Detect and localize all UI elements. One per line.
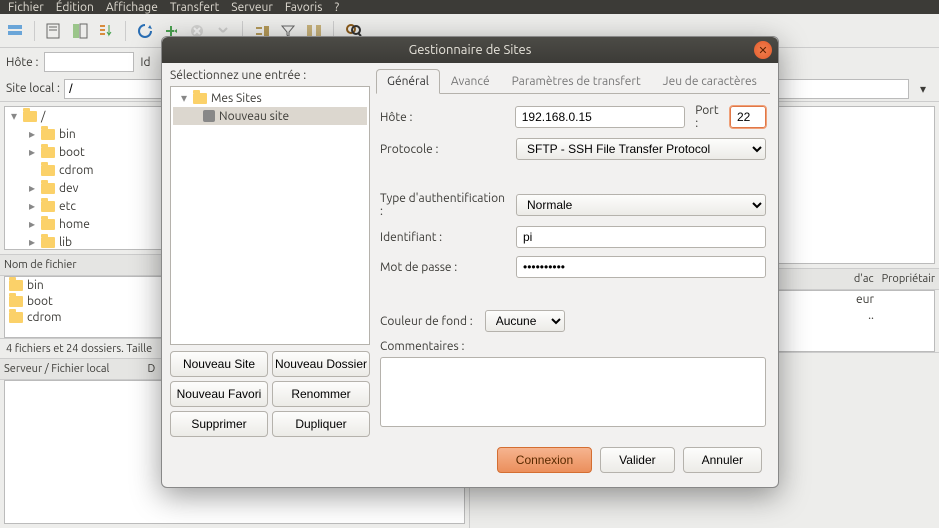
- site-tree-root[interactable]: Mes Sites: [211, 92, 262, 105]
- new-folder-button[interactable]: Nouveau Dossier: [272, 351, 370, 377]
- folder-icon: [41, 183, 55, 194]
- folder-icon: [9, 312, 23, 323]
- tree-item[interactable]: dev: [59, 182, 79, 195]
- port-input[interactable]: [730, 106, 766, 128]
- tab-transfer[interactable]: Paramètres de transfert: [501, 69, 652, 93]
- menu-file[interactable]: Fichier: [8, 1, 44, 14]
- folder-icon: [41, 237, 55, 248]
- site-tree-item[interactable]: Nouveau site: [219, 110, 289, 123]
- refresh-icon[interactable]: [134, 20, 156, 42]
- header-owner[interactable]: Propriétair: [882, 273, 935, 285]
- site-tree[interactable]: ▾ Mes Sites Nouveau site: [170, 86, 370, 345]
- folder-icon: [9, 280, 23, 291]
- bgcolor-select[interactable]: Aucune: [485, 310, 565, 332]
- list-item[interactable]: ..: [868, 309, 874, 322]
- menubar: Fichier Édition Affichage Transfert Serv…: [0, 0, 939, 14]
- menu-edit[interactable]: Édition: [56, 1, 94, 14]
- tab-charset[interactable]: Jeu de caractères: [652, 69, 768, 93]
- rename-button[interactable]: Renommer: [272, 381, 370, 407]
- host-input[interactable]: [515, 106, 685, 128]
- tree-item[interactable]: cdrom: [59, 164, 93, 177]
- tree-root[interactable]: /: [41, 110, 45, 123]
- protocol-select[interactable]: SFTP - SSH File Transfer Protocol: [516, 138, 766, 160]
- quick-host-input[interactable]: [44, 52, 134, 72]
- password-input[interactable]: [516, 256, 766, 278]
- folder-icon: [23, 111, 37, 122]
- folder-icon: [41, 165, 55, 176]
- toggle-log-icon[interactable]: [43, 20, 65, 42]
- new-favorite-button[interactable]: Nouveau Favori: [170, 381, 268, 407]
- folder-icon: [9, 296, 23, 307]
- toggle-tree-icon[interactable]: [69, 20, 91, 42]
- tree-item[interactable]: boot: [59, 146, 85, 159]
- tree-item[interactable]: bin: [59, 128, 76, 141]
- server-icon: [203, 110, 215, 122]
- user-input[interactable]: [516, 226, 766, 248]
- comments-label: Commentaires :: [380, 340, 510, 353]
- folder-icon: [41, 201, 55, 212]
- server-manager-icon[interactable]: [4, 20, 26, 42]
- folder-icon: [193, 93, 207, 104]
- folder-icon: [41, 147, 55, 158]
- cancel-button[interactable]: Annuler: [683, 447, 762, 473]
- list-item[interactable]: cdrom: [27, 311, 61, 324]
- host-label: Hôte :: [380, 111, 509, 124]
- menu-view[interactable]: Affichage: [106, 1, 158, 14]
- menu-transfer[interactable]: Transfert: [170, 1, 219, 14]
- local-site-label: Site local :: [6, 82, 60, 95]
- menu-help[interactable]: ?: [334, 1, 339, 14]
- duplicate-button[interactable]: Dupliquer: [272, 411, 370, 437]
- header-direction[interactable]: D: [147, 363, 155, 375]
- validate-button[interactable]: Valider: [600, 447, 674, 473]
- auth-label: Type d'authentification :: [380, 192, 510, 218]
- tree-item[interactable]: home: [59, 218, 90, 231]
- tabs: Général Avancé Paramètres de transfert J…: [376, 69, 770, 94]
- folder-icon: [41, 219, 55, 230]
- menu-favorites[interactable]: Favoris: [285, 1, 323, 14]
- toggle-queue-icon[interactable]: [95, 20, 117, 42]
- folder-icon: [41, 129, 55, 140]
- list-item[interactable]: boot: [27, 295, 53, 308]
- tree-item[interactable]: etc: [59, 200, 76, 213]
- connect-button[interactable]: Connexion: [497, 447, 592, 473]
- quick-id-label: Id: [140, 56, 150, 69]
- comments-textarea[interactable]: [380, 357, 766, 427]
- bgcolor-label: Couleur de fond :: [380, 315, 473, 328]
- auth-select[interactable]: Normale: [516, 194, 766, 216]
- new-site-button[interactable]: Nouveau Site: [170, 351, 268, 377]
- port-label: Port :: [695, 104, 724, 130]
- tab-advanced[interactable]: Avancé: [440, 69, 501, 93]
- password-label: Mot de passe :: [380, 261, 510, 274]
- close-icon[interactable]: ✕: [754, 41, 772, 59]
- site-manager-dialog: Gestionnaire de Sites ✕ Sélectionnez une…: [161, 36, 779, 488]
- header-perm[interactable]: d'ac: [854, 273, 874, 285]
- delete-button[interactable]: Supprimer: [170, 411, 268, 437]
- select-entry-label: Sélectionnez une entrée :: [170, 69, 370, 82]
- tree-item[interactable]: lib: [59, 236, 72, 249]
- tab-general[interactable]: Général: [376, 69, 440, 94]
- list-item[interactable]: bin: [27, 279, 44, 292]
- quick-host-label: Hôte :: [6, 56, 38, 69]
- list-item[interactable]: eur: [856, 293, 874, 306]
- user-label: Identifiant :: [380, 231, 510, 244]
- header-name[interactable]: Nom de fichier: [4, 259, 77, 271]
- menu-server[interactable]: Serveur: [231, 1, 273, 14]
- dialog-title-bar: Gestionnaire de Sites ✕: [162, 37, 778, 63]
- dialog-title: Gestionnaire de Sites: [409, 43, 532, 57]
- protocol-label: Protocole :: [380, 143, 510, 156]
- header-server[interactable]: Serveur / Fichier local: [4, 363, 109, 375]
